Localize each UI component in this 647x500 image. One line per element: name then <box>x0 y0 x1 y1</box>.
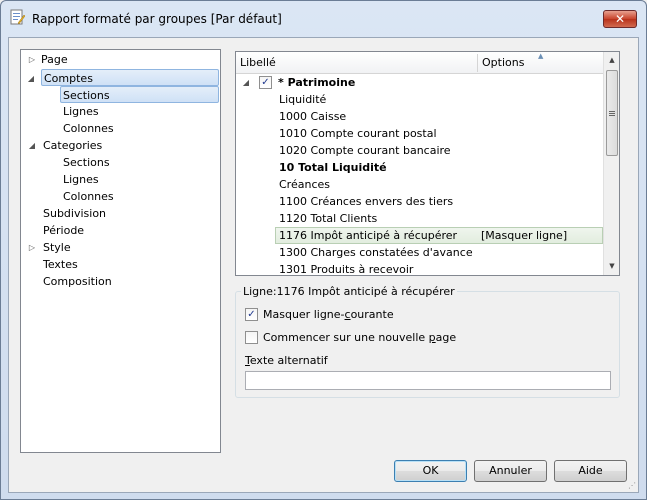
line-options-group: Ligne:1176 Impôt anticipé à récupérer ✓ … <box>235 285 620 398</box>
title-bar[interactable]: Rapport formaté par groupes [Par défaut]… <box>1 1 646 37</box>
tree-item-label: Période <box>43 224 85 237</box>
column-header-options[interactable]: Options <box>478 52 524 74</box>
expand-arrow-icon[interactable]: ▷ <box>27 239 37 256</box>
dialog-client: ▷ Page ◢ Comptes Sections Lignes Colonne… <box>8 37 639 493</box>
column-header-libelle[interactable]: Libellé <box>236 52 276 74</box>
scroll-up-icon[interactable]: ▲ <box>604 52 619 69</box>
list-row[interactable]: 1120 Total Clients <box>236 210 603 227</box>
close-button[interactable]: ✕ <box>603 10 637 28</box>
tree-item-textes[interactable]: Textes <box>43 256 78 273</box>
collapse-arrow-icon[interactable]: ◢ <box>27 137 37 154</box>
tree-item-label: Subdivision <box>43 207 107 220</box>
cancel-button[interactable]: Annuler <box>474 460 547 482</box>
alt-text-input[interactable] <box>245 371 611 390</box>
list-row[interactable]: 1020 Compte courant bancaire <box>236 142 603 159</box>
collapse-arrow-icon[interactable]: ◢ <box>241 74 251 91</box>
tree-item-label: Comptes <box>44 72 93 85</box>
tree-item-comptes-colonnes[interactable]: Colonnes <box>63 120 114 137</box>
tree-item-comptes-lignes[interactable]: Lignes <box>63 103 99 120</box>
list-row-selected[interactable]: 1176 Impôt anticipé à récupérer [Masquer… <box>275 227 603 244</box>
row-label: 10 Total Liquidité <box>279 161 387 174</box>
tree-item-comptes-sections[interactable]: Sections <box>60 86 219 103</box>
ok-button[interactable]: OK <box>394 460 467 482</box>
help-button[interactable]: Aide <box>554 460 627 482</box>
tree-item-subdivision[interactable]: Subdivision <box>43 205 106 222</box>
list-row[interactable]: 1301 Produits à recevoir <box>236 261 603 276</box>
tree-item-label: Style <box>43 241 71 254</box>
tree-item-label: Textes <box>43 258 78 271</box>
row-label: * Patrimoine <box>278 76 356 89</box>
row-label: 1301 Produits à recevoir <box>279 263 414 276</box>
window-title: Rapport formaté par groupes [Par défaut] <box>32 12 282 26</box>
list-row[interactable]: Créances <box>236 176 603 193</box>
tree-item-label: Categories <box>43 139 103 152</box>
group-legend: Ligne:1176 Impôt anticipé à récupérer <box>241 285 457 298</box>
list-row[interactable]: ◢ ✓ * Patrimoine <box>236 74 603 91</box>
scroll-thumb[interactable] <box>606 70 618 156</box>
tree-item-label: Lignes <box>63 105 99 118</box>
checkbox-box[interactable]: ✓ <box>245 308 258 321</box>
tree-item-label: Sections <box>63 89 110 102</box>
row-label: 1010 Compte courant postal <box>279 127 437 140</box>
list-header: Libellé Options ▲ <box>236 52 603 74</box>
row-label: 1000 Caisse <box>279 110 347 123</box>
list-row[interactable]: 1010 Compte courant postal <box>236 125 603 142</box>
tree-item-label: Colonnes <box>63 190 114 203</box>
tree-item-periode[interactable]: Période <box>43 222 84 239</box>
tree-item-label: Page <box>41 53 68 66</box>
row-label: 1300 Charges constatées d'avance <box>279 246 473 259</box>
row-checkbox[interactable]: ✓ <box>259 76 272 89</box>
tree-item-label: Sections <box>63 156 110 169</box>
row-label: 1120 Total Clients <box>279 212 378 225</box>
checkbox-label: Masquer ligne-courante <box>263 308 394 321</box>
row-label: Créances <box>279 178 330 191</box>
tree-item-page[interactable]: ▷ Page <box>29 51 68 68</box>
tree-item-label: Composition <box>43 275 112 288</box>
alt-text-label: Texte alternatif <box>245 354 328 367</box>
close-icon: ✕ <box>614 12 626 26</box>
row-label: 1020 Compte courant bancaire <box>279 144 451 157</box>
dialog-window: Rapport formaté par groupes [Par défaut]… <box>0 0 647 500</box>
expand-arrow-icon[interactable]: ▷ <box>27 51 37 68</box>
checkbox-box[interactable] <box>245 331 258 344</box>
resize-grip-icon[interactable]: ⋰ <box>628 481 636 490</box>
tree-item-categories-lignes[interactable]: Lignes <box>63 171 99 188</box>
settings-tree[interactable]: ▷ Page ◢ Comptes Sections Lignes Colonne… <box>20 49 221 453</box>
collapse-arrow-icon[interactable]: ◢ <box>26 70 36 87</box>
tree-item-categories[interactable]: ◢ Categories <box>29 137 103 154</box>
row-label: Liquidité <box>279 93 327 106</box>
tree-item-style[interactable]: ▷ Style <box>29 239 71 256</box>
list-row[interactable]: 1100 Créances envers des tiers <box>236 193 603 210</box>
tree-item-label: Lignes <box>63 173 99 186</box>
tree-item-composition[interactable]: Composition <box>43 273 112 290</box>
row-label: 1100 Créances envers des tiers <box>279 195 454 208</box>
list-row[interactable]: 1300 Charges constatées d'avance <box>236 244 603 261</box>
row-options: [Masquer ligne] <box>481 229 568 242</box>
tree-item-comptes[interactable]: ◢ Comptes <box>28 69 219 86</box>
list-row[interactable]: 1000 Caisse <box>236 108 603 125</box>
tree-item-categories-colonnes[interactable]: Colonnes <box>63 188 114 205</box>
sort-arrow-icon: ▲ <box>538 52 544 60</box>
vertical-scrollbar[interactable]: ▲ ▼ <box>603 52 619 275</box>
lines-list[interactable]: Libellé Options ▲ ◢ ✓ * Patrimoine Liqui… <box>235 51 620 276</box>
report-icon <box>10 9 25 25</box>
list-row[interactable]: Liquidité <box>236 91 603 108</box>
scroll-down-icon[interactable]: ▼ <box>604 258 619 275</box>
tree-item-label: Colonnes <box>63 122 114 135</box>
row-label: 1176 Impôt anticipé à récupérer <box>279 229 458 242</box>
checkbox-label: Commencer sur une nouvelle page <box>263 331 457 344</box>
list-row[interactable]: 10 Total Liquidité <box>236 159 603 176</box>
tree-item-categories-sections[interactable]: Sections <box>63 154 110 171</box>
